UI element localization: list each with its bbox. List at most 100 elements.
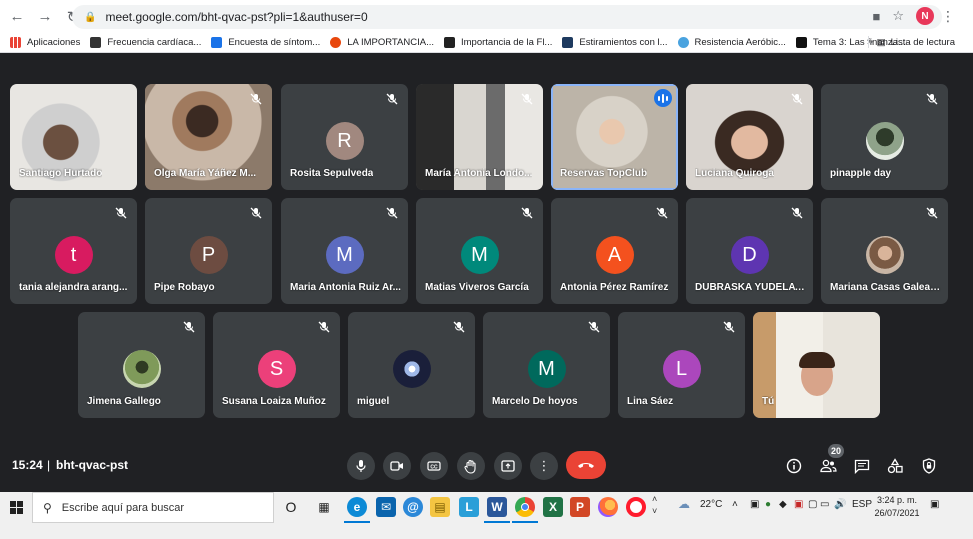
taskbar-search-input[interactable]: ⚲ Escribe aquí para buscar — [32, 492, 274, 523]
forward-arrow-icon[interactable]: → — [34, 6, 56, 28]
participant-tile[interactable]: miguel — [348, 312, 475, 418]
participant-name: Tú — [762, 396, 775, 407]
powerpoint-icon[interactable]: P — [570, 497, 590, 517]
meet-tray-icon[interactable]: ▣ — [750, 499, 759, 510]
lock-icon[interactable]: 🔒 — [84, 12, 96, 23]
app-tray-icon[interactable]: ◆ — [779, 499, 787, 510]
participant-tile[interactable]: t tania alejandra arang... — [10, 198, 137, 304]
bookmark-item[interactable]: LA IMPORTANCIA... — [330, 37, 434, 48]
app-tray-icon[interactable]: ▣ — [794, 499, 803, 510]
show-hidden-icons[interactable]: ˄ — [732, 499, 738, 510]
battery-icon[interactable]: ▭ — [820, 499, 829, 510]
firefox-icon[interactable] — [598, 497, 618, 517]
bookmark-item[interactable]: Estiramientos con l... — [562, 37, 668, 48]
opera-icon[interactable] — [626, 497, 646, 517]
participant-tile[interactable]: María Antonia Londo... — [416, 84, 543, 190]
mail-icon[interactable]: ✉ — [376, 497, 396, 517]
participant-tile[interactable]: Luciana Quiroga — [686, 84, 813, 190]
bookmark-apps[interactable]: Aplicaciones — [10, 37, 80, 48]
participant-name: Santiago Hurtado — [19, 168, 103, 179]
chat-button[interactable] — [852, 456, 872, 476]
bookmark-star-icon[interactable]: ☆ — [892, 8, 904, 24]
site-icon — [677, 37, 689, 48]
participant-name: Reservas TopClub — [560, 168, 648, 179]
present-icon — [501, 460, 515, 472]
back-arrow-icon[interactable]: ← — [6, 6, 28, 28]
present-screen-button[interactable] — [494, 452, 522, 480]
bookmark-item[interactable]: Resistencia Aeróbic... — [677, 37, 786, 48]
avatar-initial: M — [471, 243, 488, 266]
participant-name: miguel — [357, 396, 390, 407]
app-icon[interactable]: @ — [403, 497, 423, 517]
participant-tile[interactable]: Olga María Yáñez M... — [145, 84, 272, 190]
participant-tile[interactable]: M Matias Viveros García — [416, 198, 543, 304]
participant-name: Lina Sáez — [627, 396, 674, 407]
taskbar-scroll-arrows[interactable]: ˄ ˅ — [652, 493, 657, 517]
chrome-icon[interactable] — [512, 497, 538, 523]
participant-tile[interactable]: M Marcelo De hoyos — [483, 312, 610, 418]
participant-tile[interactable]: M Maria Antonia Ruiz Ar... — [281, 198, 408, 304]
participant-tile[interactable]: Santiago Hurtado — [10, 84, 137, 190]
excel-icon[interactable]: X — [543, 497, 563, 517]
participant-tile[interactable]: S Susana Loaiza Muñoz — [213, 312, 340, 418]
app-l-icon[interactable]: L — [459, 497, 479, 517]
network-icon[interactable]: ▢ — [808, 499, 817, 510]
avatar — [122, 350, 161, 388]
participants-button[interactable] — [818, 456, 838, 476]
bookmark-item[interactable]: Importancia de la Fl... — [444, 37, 552, 48]
more-options-button[interactable]: ⋮ — [530, 452, 558, 480]
task-view-icon[interactable]: ▦ — [314, 497, 334, 517]
participant-tile[interactable]: A Antonia Pérez Ramírez — [551, 198, 678, 304]
edge-browser-icon[interactable]: e — [344, 497, 370, 523]
mic-off-icon — [791, 93, 803, 105]
participant-tile[interactable]: Reservas TopClub — [551, 84, 678, 190]
captions-button[interactable]: CC — [420, 452, 448, 480]
avatar — [865, 122, 904, 160]
host-controls-button[interactable] — [919, 456, 939, 476]
participant-tile[interactable]: Jimena Gallego — [78, 312, 205, 418]
system-clock[interactable]: 3:24 p. m. 26/07/2021 — [872, 494, 922, 520]
participant-tile[interactable]: D DUBRASKA YUDELAY ... — [686, 198, 813, 304]
weather-icon[interactable]: ☁ — [678, 497, 690, 511]
reading-list-icon: ▤ — [876, 36, 886, 48]
avatar-initial: R — [337, 129, 352, 152]
participant-grid: Santiago Hurtado Olga María Yáñez M... R… — [0, 54, 973, 438]
input-language[interactable]: ESP — [852, 499, 872, 510]
raise-hand-button[interactable] — [457, 452, 485, 480]
camera-in-use-icon[interactable]: ■ — [872, 9, 880, 24]
heart-rate-icon — [90, 37, 102, 48]
app-tray-icon[interactable]: ● — [765, 499, 771, 510]
mic-off-icon — [926, 207, 938, 219]
browser-toolbar: ← → ↻ 🔒 meet.google.com/bht-qvac-pst?pli… — [0, 0, 973, 33]
captions-icon: CC — [427, 461, 441, 471]
volume-icon[interactable]: 🔊 — [834, 499, 846, 510]
notification-center-icon[interactable]: ▣ — [930, 499, 939, 510]
profile-avatar[interactable]: N — [916, 7, 934, 25]
weather-temperature[interactable]: 22°C — [700, 499, 722, 510]
bookmark-item[interactable]: Encuesta de síntom... — [211, 37, 320, 48]
bookmark-item[interactable]: Frecuencia cardíaca... — [90, 37, 201, 48]
participant-tile[interactable]: Mariana Casas Galeano — [821, 198, 948, 304]
participant-tile[interactable]: pinapple day — [821, 84, 948, 190]
browser-menu-icon[interactable]: ⋮ — [941, 8, 955, 25]
file-explorer-icon[interactable]: ▤ — [430, 497, 450, 517]
participant-tile[interactable]: P Pipe Robayo — [145, 198, 272, 304]
address-bar[interactable]: 🔒 meet.google.com/bht-qvac-pst?pli=1&aut… — [72, 5, 942, 29]
camera-button[interactable] — [383, 452, 411, 480]
divider — [867, 36, 869, 48]
cortana-icon[interactable]: O — [281, 497, 301, 517]
start-button[interactable] — [0, 492, 32, 523]
site-icon — [562, 37, 574, 48]
reading-list-button[interactable]: ▤ Lista de lectura — [867, 36, 955, 48]
video-camera-icon — [390, 461, 403, 471]
leave-call-button[interactable] — [566, 451, 606, 479]
participant-tile-self[interactable]: Tú — [753, 312, 880, 418]
participant-tile[interactable]: L Lina Sáez — [618, 312, 745, 418]
activities-button[interactable] — [885, 456, 905, 476]
word-icon[interactable]: W — [484, 497, 510, 523]
participant-tile[interactable]: R Rosita Sepulveda — [281, 84, 408, 190]
meeting-details-button[interactable] — [784, 456, 804, 476]
microphone-button[interactable] — [347, 452, 375, 480]
url-text[interactable]: meet.google.com/bht-qvac-pst?pli=1&authu… — [105, 10, 367, 24]
site-icon — [330, 37, 342, 48]
